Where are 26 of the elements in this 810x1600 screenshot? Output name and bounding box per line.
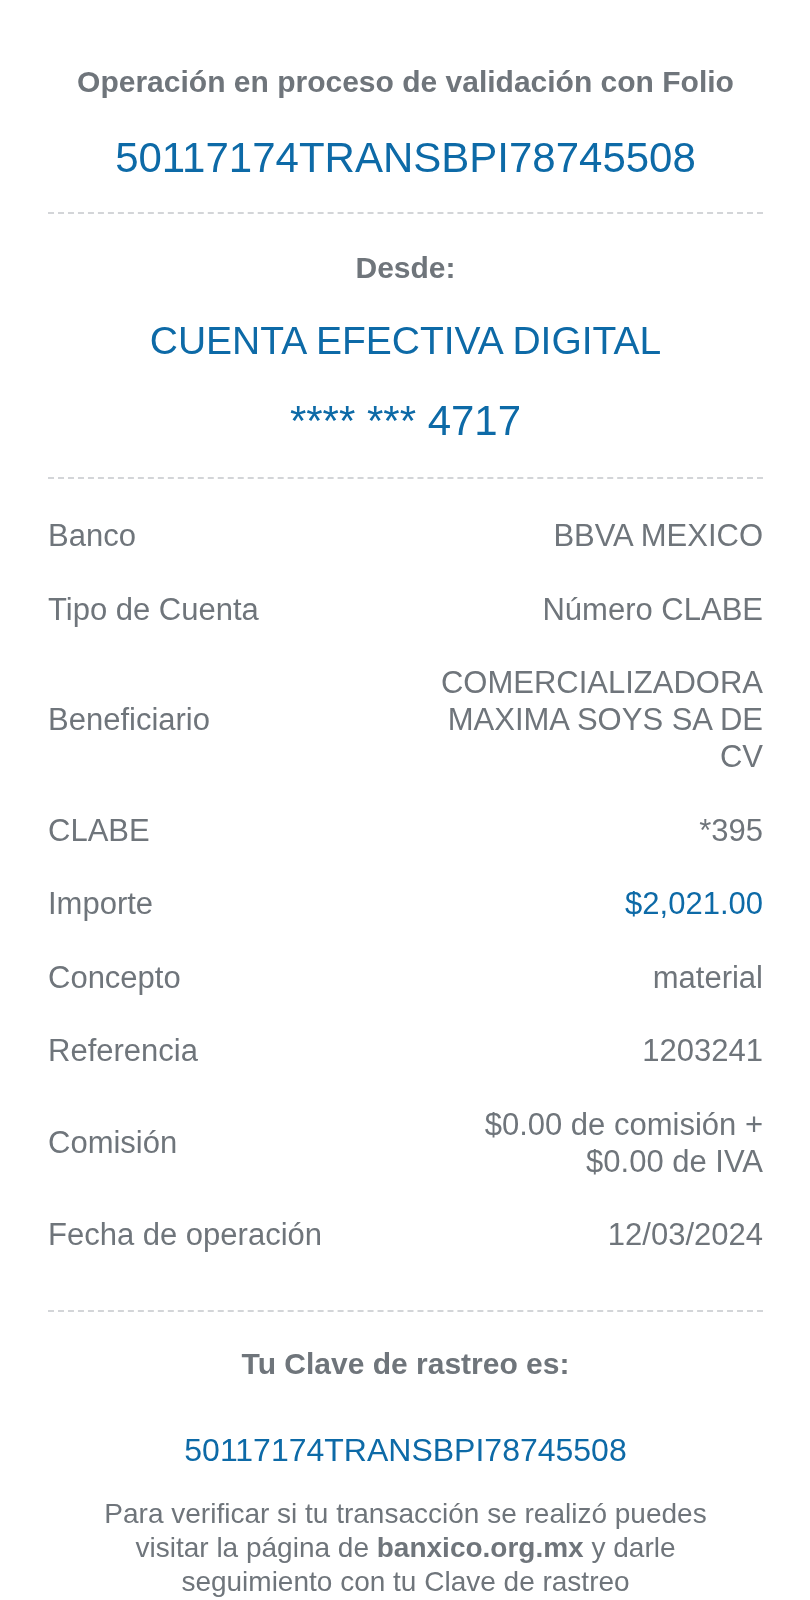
- tracking-label: Tu Clave de rastreo es:: [241, 1345, 570, 1382]
- detail-label: Concepto: [48, 958, 181, 996]
- detail-value: Número CLABE: [542, 590, 763, 628]
- detail-label: Tipo de Cuenta: [48, 590, 259, 628]
- detail-label: Beneficiario: [48, 701, 210, 738]
- detail-label: Comisión: [48, 1124, 178, 1161]
- account-number: **** *** 4717: [289, 396, 522, 446]
- detail-value: 12/03/2024: [607, 1216, 763, 1253]
- detail-label: Banco: [48, 517, 136, 554]
- origin-label: Desde:: [355, 250, 456, 286]
- status-title: Operación en proceso de validación con Folio: [77, 64, 734, 100]
- account-name: CUENTA EFECTIVA DIGITAL: [149, 318, 662, 364]
- detail-label: Importe: [48, 885, 154, 922]
- detail-label: Fecha de operación: [48, 1216, 323, 1253]
- detail-value: COMERCIALIZADORA MAXIMA SOYS SA DE CV: [439, 664, 763, 775]
- folio-number: 50117174TRANSBPI78745508: [115, 133, 696, 183]
- detail-value: 1203241: [642, 1032, 763, 1069]
- detail-label: CLABE: [48, 811, 150, 849]
- verification-note: Para verificar si tu transacción se realizó puedes visitar la página de banxico.org.mx y darle seguimiento con tu Clave de rastreo: [103, 1496, 708, 1599]
- detail-value: BBVA MEXICO: [553, 517, 763, 554]
- detail-label: Referencia: [48, 1032, 198, 1069]
- detail-value: *395: [699, 811, 763, 849]
- tracking-code: 50117174TRANSBPI78745508: [184, 1430, 627, 1469]
- detail-value: $0.00 de comisión + $0.00 de IVA: [483, 1105, 763, 1180]
- detail-value: material: [652, 958, 763, 996]
- detail-value: $2,021.00: [625, 885, 763, 922]
